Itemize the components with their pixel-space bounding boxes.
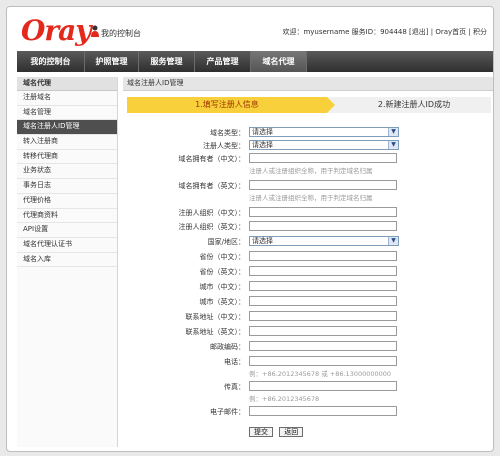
points-link[interactable]: 积分 [473,28,487,36]
back-button[interactable]: 返回 [279,427,304,437]
nav-product[interactable]: 产品管理 [195,51,251,72]
main-content: 域名注册人ID管理 1.填写注册人信息 2.新建注册人ID成功 域名类型： 请选… [123,77,493,447]
address-en-input[interactable] [249,326,397,336]
chevron-down-icon: ▼ [388,128,398,136]
city-en-input[interactable] [249,296,397,306]
sidebar-item-api[interactable]: API设置 [17,223,117,238]
org-cn-label: 注册人组织（中文）： [178,209,246,217]
email-input[interactable] [249,406,397,416]
domain-type-value: 请选择 [252,128,273,136]
city-cn-input[interactable] [249,281,397,291]
org-cn-input[interactable] [249,207,397,217]
owner-cn-hint: 注册人或注册组织全称，用于判定域名归属 [249,167,373,175]
sidebar-item-log[interactable]: 事务日志 [17,179,117,194]
province-en-label: 省份（英文）： [199,268,246,276]
address-cn-label: 联系地址（中文）： [185,313,246,321]
step-1: 1.填写注册人信息 [127,97,327,113]
user-icon [91,25,99,37]
sidebar-item-certificate[interactable]: 域名代理认证书 [17,238,117,253]
fax-input[interactable] [249,381,397,391]
phone-input[interactable] [249,356,397,366]
postcode-input[interactable] [249,341,397,351]
sidebar-item-price[interactable]: 代理价格 [17,194,117,209]
main-nav: 我的控制台 护照管理 服务管理 产品管理 域名代理 [17,51,493,72]
postcode-label: 邮政编码： [210,343,245,351]
fax-label: 传真： [224,383,245,391]
city-en-label: 城市（英文）： [199,298,246,306]
browser-frame: Oray 我的控制台 欢迎：myusername 服务ID：904448 [退出… [6,6,494,452]
nav-my-console[interactable]: 我的控制台 [17,51,85,72]
sidebar-item-transfer-agent[interactable]: 转移代理商 [17,150,117,165]
form-buttons: 提交 返回 [249,427,307,437]
oray-home-link[interactable]: Oray首页 [435,28,466,36]
chevron-down-icon: ▼ [388,141,398,149]
chevron-down-icon: ▼ [388,237,398,245]
phone-label: 电话： [224,358,245,366]
owner-en-input[interactable] [249,180,397,190]
step-arrow [327,97,335,113]
nav-passport[interactable]: 护照管理 [85,51,139,72]
console-label: 我的控制台 [101,29,141,38]
sidebar: 域名代理 注册域名 域名管理 域名注册人ID管理 转入注册商 转移代理商 业务状… [17,77,118,447]
country-select[interactable]: 请选择 ▼ [249,236,399,246]
separator: | [430,28,434,36]
top-user-bar: 欢迎：myusername 服务ID：904448 [退出] | Oray首页 … [282,27,487,37]
logout-link[interactable]: [退出] [409,28,428,36]
nav-service[interactable]: 服务管理 [139,51,195,72]
registrant-type-value: 请选择 [252,141,273,149]
owner-cn-label: 域名拥有者（中文）： [178,155,246,163]
sidebar-item-domain-storage[interactable]: 域名入库 [17,253,117,268]
sidebar-item-register-domain[interactable]: 注册域名 [17,91,117,106]
email-label: 电子邮件： [210,408,245,416]
submit-button[interactable]: 提交 [249,427,273,437]
domain-type-label: 域名类型： [210,129,245,137]
org-en-input[interactable] [249,221,397,231]
sidebar-title: 域名代理 [17,77,117,91]
province-en-input[interactable] [249,266,397,276]
sidebar-item-transfer-in[interactable]: 转入注册商 [17,135,117,150]
welcome-text: 欢迎：myusername 服务ID：904448 [282,28,407,36]
province-cn-label: 省份（中文）： [199,253,246,261]
owner-en-label: 域名拥有者（英文）： [178,182,246,190]
header: Oray 我的控制台 欢迎：myusername 服务ID：904448 [退出… [7,7,493,49]
province-cn-input[interactable] [249,251,397,261]
sidebar-item-status[interactable]: 业务状态 [17,164,117,180]
address-en-label: 联系地址（英文）： [185,328,246,336]
sidebar-item-domain-manage[interactable]: 域名管理 [17,106,117,121]
owner-en-hint: 注册人或注册组织全称，用于判定域名归属 [249,194,373,202]
step-indicator: 1.填写注册人信息 2.新建注册人ID成功 [127,97,491,113]
nav-domain-agent[interactable]: 域名代理 [251,51,307,72]
address-cn-input[interactable] [249,311,397,321]
registrant-type-label: 注册人类型： [203,142,245,150]
step-2: 2.新建注册人ID成功 [377,100,451,109]
country-value: 请选择 [252,237,273,245]
phone-hint: 例：+86.2012345678 或 +86.13000000000 [249,370,392,378]
separator: | [468,28,471,36]
domain-type-select[interactable]: 请选择 ▼ [249,127,399,137]
fax-hint: 例：+86.2012345678 [249,395,320,403]
sidebar-item-agent-info[interactable]: 代理商资料 [17,209,117,224]
registrant-type-select[interactable]: 请选择 ▼ [249,140,399,150]
org-en-label: 注册人组织（英文）： [178,223,246,231]
page-title: 域名注册人ID管理 [123,77,493,91]
sidebar-item-registrant-id[interactable]: 域名注册人ID管理 [17,120,117,136]
city-cn-label: 城市（中文）： [199,283,246,291]
owner-cn-input[interactable] [249,153,397,163]
country-label: 国家/地区： [207,238,245,246]
oray-logo[interactable]: Oray [21,17,92,45]
